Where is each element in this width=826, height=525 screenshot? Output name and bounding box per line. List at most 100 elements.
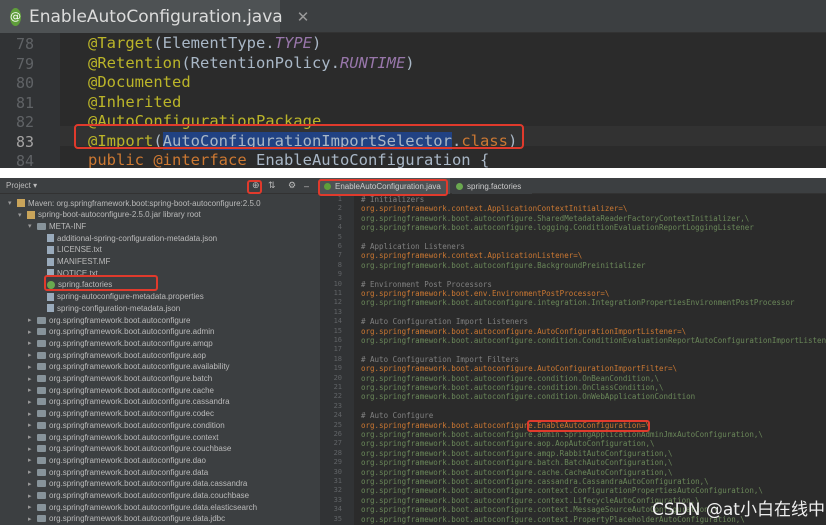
- tree-item[interactable]: ▸ org.springframework.boot.autoconfigure.…: [28, 408, 214, 420]
- code-line: org.springframework.boot.autoconfigure.S…: [361, 213, 750, 223]
- collapse-icon[interactable]: ⇅: [268, 180, 276, 191]
- tree-item[interactable]: MANIFEST.MF: [38, 256, 110, 268]
- line-number: 25: [333, 420, 342, 429]
- project-panel-header[interactable]: Project ▾ ⊕ ⇅ ⚙ –: [0, 178, 320, 194]
- tree-item-label: org.springframework.boot.autoconfigure.a…: [49, 362, 230, 372]
- editor-tab[interactable]: spring.factories: [452, 178, 532, 194]
- code-line: @Retention(RetentionPolicy.RUNTIME): [88, 54, 415, 72]
- expand-arrow-icon[interactable]: ▸: [28, 316, 37, 324]
- code-token: TYPE: [274, 34, 312, 52]
- tree-item-label: org.springframework.boot.autoconfigure.d…: [49, 514, 226, 524]
- expand-arrow-icon[interactable]: ▸: [28, 515, 37, 523]
- code-line: org.springframework.boot.autoconfigure.A…: [361, 364, 678, 374]
- tree-item[interactable]: ▸ org.springframework.boot.autoconfigure.…: [28, 396, 230, 408]
- tree-item-label: org.springframework.boot.autoconfigure.d…: [49, 467, 209, 477]
- tree-item[interactable]: ▾ Maven: org.springframework.boot:spring-…: [8, 197, 261, 209]
- tree-item[interactable]: ▸ org.springframework.boot.autoconfigure.…: [28, 501, 257, 513]
- bottom-ide: Project ▾ ⊕ ⇅ ⚙ – ▾ Maven: org.springfram…: [0, 178, 826, 525]
- tree-item[interactable]: ▸ org.springframework.boot.autoconfigure.…: [28, 326, 214, 338]
- code-line: @Documented: [88, 73, 191, 91]
- code-line: # Initializers: [361, 195, 425, 204]
- folder-icon: [37, 445, 46, 453]
- expand-arrow-icon[interactable]: ▸: [28, 351, 37, 359]
- tree-item-label: org.springframework.boot.autoconfigure.c…: [49, 420, 225, 430]
- tree-item[interactable]: ▸ org.springframework.boot.autoconfigure.…: [28, 443, 231, 455]
- expand-arrow-icon[interactable]: ▾: [28, 222, 37, 230]
- code-line: org.springframework.boot.autoconfigure.l…: [361, 223, 754, 233]
- expand-arrow-icon[interactable]: ▾: [18, 211, 27, 219]
- line-number: 34: [333, 505, 342, 514]
- code-line: org.springframework.boot.autoconfigure.a…: [361, 448, 673, 458]
- expand-arrow-icon[interactable]: ▸: [28, 503, 37, 511]
- line-number: 80: [15, 74, 34, 92]
- jar-icon: [17, 199, 25, 207]
- line-number: 33: [333, 495, 342, 504]
- expand-arrow-icon[interactable]: ▸: [28, 386, 37, 394]
- line-number: 81: [15, 93, 34, 112]
- tree-item[interactable]: ▸ org.springframework.boot.autoconfigure.…: [28, 337, 213, 349]
- tree-item[interactable]: ▸ org.springframework.boot.autoconfigure.…: [28, 466, 208, 478]
- tree-item-label: additional-spring-configuration-metadata…: [57, 233, 218, 243]
- code-line: public @interface EnableAutoConfiguratio…: [88, 151, 489, 169]
- close-icon[interactable]: ✕: [297, 8, 310, 26]
- expand-arrow-icon[interactable]: ▸: [28, 363, 37, 371]
- tree-item[interactable]: ▸ org.springframework.boot.autoconfigure.…: [28, 478, 247, 490]
- code-line: # Auto Configuration Import Listeners: [361, 317, 529, 327]
- folder-icon: [37, 480, 46, 488]
- expand-arrow-icon[interactable]: ▸: [28, 375, 37, 383]
- tree-item[interactable]: spring-autoconfigure-metadata.properties: [38, 291, 204, 303]
- line-number: 19: [333, 364, 342, 373]
- tree-item[interactable]: ▸ org.springframework.boot.autoconfigure.…: [28, 419, 225, 431]
- enable-auto-config-highlight-box: [527, 420, 650, 432]
- file-icon: [47, 245, 54, 254]
- line-number: 32: [333, 486, 342, 495]
- expand-arrow-icon[interactable]: ▸: [28, 456, 37, 464]
- line-number: 16: [333, 336, 342, 344]
- line-number: 26: [333, 430, 342, 438]
- tree-item[interactable]: ▸ org.springframework.boot.autoconfigure: [28, 314, 190, 326]
- expand-arrow-icon[interactable]: ▸: [28, 433, 37, 441]
- expand-arrow-icon[interactable]: ▾: [8, 199, 17, 207]
- file-icon: [47, 304, 54, 313]
- tree-item[interactable]: ▸ org.springframework.boot.autoconfigure.…: [28, 349, 206, 361]
- tree-item[interactable]: LICENSE.txt: [38, 244, 102, 256]
- gear-icon[interactable]: ⚙: [288, 180, 296, 191]
- tree-item[interactable]: additional-spring-configuration-metadata…: [38, 232, 217, 244]
- tree-item[interactable]: ▸ org.springframework.boot.autoconfigure.…: [28, 513, 225, 525]
- line-number: 2: [337, 204, 342, 213]
- line-number: 7: [337, 251, 342, 260]
- expand-arrow-icon[interactable]: ▸: [28, 492, 37, 500]
- expand-arrow-icon[interactable]: ▸: [28, 410, 37, 418]
- tree-item[interactable]: ▸ org.springframework.boot.autoconfigure.…: [28, 454, 206, 466]
- tree-item[interactable]: ▾ spring-boot-autoconfigure-2.5.0.jar lib…: [18, 209, 201, 221]
- tree-item[interactable]: ▸ org.springframework.boot.autoconfigure.…: [28, 384, 214, 396]
- expand-arrow-icon[interactable]: ▸: [28, 398, 37, 406]
- expand-arrow-icon[interactable]: ▸: [28, 328, 37, 336]
- expand-arrow-icon[interactable]: ▸: [28, 468, 37, 476]
- top-editor-tab[interactable]: @ EnableAutoConfiguration.java ✕: [0, 0, 309, 33]
- project-tree: ▾ Maven: org.springframework.boot:spring-…: [0, 194, 320, 525]
- tree-item-label: org.springframework.boot.autoconfigure.a…: [49, 338, 213, 348]
- code-token: ): [311, 34, 322, 52]
- expand-arrow-icon[interactable]: ▸: [28, 480, 37, 488]
- top-editor: @ EnableAutoConfiguration.java ✕ 78 @Targ…: [0, 0, 826, 170]
- tree-item[interactable]: ▸ org.springframework.boot.autoconfigure.…: [28, 490, 249, 502]
- tree-item[interactable]: ▸ org.springframework.boot.autoconfigure.…: [28, 373, 212, 385]
- line-number: 31: [333, 477, 342, 485]
- tree-item[interactable]: ▾ META-INF: [28, 220, 86, 232]
- jar-icon: [27, 210, 35, 219]
- annotation-file-icon: @: [10, 7, 21, 26]
- code-token: @Inherited: [88, 92, 182, 111]
- code-line: org.springframework.boot.autoconfigure.c…: [361, 495, 700, 505]
- tree-item[interactable]: spring-configuration-metadata.json: [38, 302, 180, 314]
- line-number: 21: [333, 383, 342, 391]
- expand-arrow-icon[interactable]: ▸: [28, 445, 37, 453]
- tree-item[interactable]: ▸ org.springframework.boot.autoconfigure.…: [28, 431, 218, 443]
- expand-arrow-icon[interactable]: ▸: [28, 339, 37, 347]
- line-number: 6: [337, 242, 342, 250]
- expand-arrow-icon[interactable]: ▸: [28, 421, 37, 429]
- minimize-icon[interactable]: –: [304, 181, 309, 191]
- tree-item[interactable]: ▸ org.springframework.boot.autoconfigure.…: [28, 361, 230, 373]
- tree-item-label: spring-boot-autoconfigure-2.5.0.jar libr…: [38, 210, 201, 220]
- folder-icon: [37, 515, 46, 523]
